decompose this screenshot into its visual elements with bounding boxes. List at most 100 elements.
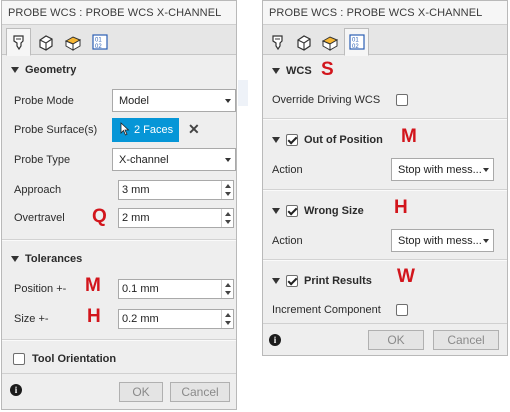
out-of-position-header[interactable]: Out of Position (263, 127, 507, 153)
chevron-down-icon (225, 158, 231, 162)
probe-tool-icon (13, 35, 24, 51)
position-stepper[interactable] (221, 280, 233, 298)
section-divider (263, 189, 507, 191)
stock-cube-icon (321, 36, 339, 51)
tab-program[interactable]: 01 02 (87, 28, 112, 54)
probe-type-label: Probe Type (14, 154, 71, 166)
probe-type-select[interactable]: X-channel (112, 148, 236, 171)
chevron-down-icon (225, 99, 231, 103)
override-wcs-row: Override Driving WCS (263, 87, 507, 113)
svg-text:02: 02 (95, 44, 102, 50)
tolerances-title: Tolerances (25, 253, 83, 265)
tolerances-header[interactable]: Tolerances (2, 246, 236, 272)
probe-tool-icon (272, 35, 283, 51)
tab-stock[interactable] (60, 28, 85, 54)
callout-out-of-position: M (401, 126, 417, 147)
geometry-header[interactable]: Geometry (2, 57, 236, 83)
wrong-size-action-select[interactable]: Stop with mess... (391, 229, 494, 252)
approach-value: 3 mm (122, 184, 150, 196)
tab-tool[interactable] (6, 28, 31, 56)
probe-wcs-dialog-actions: PROBE WCS : PROBE WCS X-CHANNEL 01 02 WC… (262, 0, 508, 356)
increment-component-checkbox[interactable] (396, 304, 408, 316)
size-row: Size +- 0.2 mm (2, 306, 236, 332)
tool-orientation-checkbox[interactable] (13, 353, 25, 365)
action-value: Stop with mess... (398, 164, 482, 176)
probe-surfaces-label: Probe Surface(s) (14, 124, 98, 136)
tab-setup[interactable] (291, 28, 316, 54)
caret-down-icon (272, 278, 280, 284)
approach-label: Approach (14, 184, 62, 196)
dialog-footer: i OK Cancel (2, 373, 236, 409)
probe-mode-select[interactable]: Model (112, 89, 236, 112)
tool-orientation-label: Tool Orientation (32, 353, 117, 365)
program-icon: 01 02 (349, 34, 365, 50)
overtravel-value: 2 mm (122, 212, 150, 224)
ok-button[interactable]: OK (368, 330, 424, 350)
tool-orientation-row: Tool Orientation (2, 346, 236, 372)
cursor-arrow-icon (120, 122, 130, 136)
approach-stepper[interactable] (221, 181, 233, 199)
info-icon[interactable]: i (269, 334, 281, 346)
overtravel-input[interactable]: 2 mm (118, 208, 234, 228)
chevron-down-icon (483, 239, 489, 243)
probe-surfaces-count: 2 Faces (134, 124, 174, 136)
position-row: Position +- 0.1 mm (2, 276, 236, 302)
position-label: Position +- (14, 283, 67, 295)
caret-down-icon (272, 208, 280, 214)
out-of-position-section: Out of Position (263, 127, 507, 153)
wrong-size-title: Wrong Size (304, 205, 364, 217)
section-divider (2, 239, 236, 241)
dialog-title: PROBE WCS : PROBE WCS X-CHANNEL (263, 1, 507, 25)
wrong-size-action-row: Action Stop with mess... (263, 228, 507, 254)
probe-mode-row: Probe Mode Model (2, 88, 236, 114)
cancel-button[interactable]: Cancel (433, 330, 499, 350)
wcs-section: WCS (263, 58, 507, 84)
wcs-header[interactable]: WCS (263, 58, 507, 84)
program-icon: 01 02 (92, 34, 108, 50)
wrong-size-section: Wrong Size (263, 198, 507, 224)
size-stepper[interactable] (221, 310, 233, 328)
clear-selection-icon[interactable]: ✕ (188, 121, 200, 138)
caret-down-icon (11, 67, 19, 73)
caret-down-icon (272, 137, 280, 143)
print-results-checkbox[interactable] (286, 275, 298, 287)
svg-text:02: 02 (352, 44, 359, 50)
print-results-header[interactable]: Print Results (263, 268, 507, 294)
override-wcs-label: Override Driving WCS (272, 94, 381, 106)
probe-type-row: Probe Type X-channel (2, 147, 236, 173)
out-of-position-checkbox[interactable] (286, 134, 298, 146)
background-fragment (238, 80, 248, 106)
callout-overtravel: Q (92, 206, 107, 227)
tolerances-section: Tolerances (2, 246, 236, 272)
caret-down-icon (11, 256, 19, 262)
info-icon[interactable]: i (10, 384, 22, 396)
increment-component-label: Increment Component (272, 304, 381, 316)
callout-print-results: W (397, 266, 415, 287)
size-input[interactable]: 0.2 mm (118, 309, 234, 329)
approach-input[interactable]: 3 mm (118, 180, 234, 200)
callout-position: M (85, 275, 101, 296)
out-of-position-action-row: Action Stop with mess... (263, 157, 507, 183)
size-label: Size +- (14, 313, 49, 325)
override-wcs-checkbox[interactable] (396, 94, 408, 106)
geometry-title: Geometry (25, 64, 77, 76)
callout-wrong-size: H (394, 197, 408, 218)
callout-size: H (87, 306, 101, 327)
increment-component-row: Increment Component (263, 297, 507, 323)
wrong-size-checkbox[interactable] (286, 205, 298, 217)
out-of-position-action-select[interactable]: Stop with mess... (391, 158, 494, 181)
overtravel-stepper[interactable] (221, 209, 233, 227)
tab-tool[interactable] (265, 28, 290, 54)
wrong-size-header[interactable]: Wrong Size (263, 198, 507, 224)
tab-stock[interactable] (317, 28, 342, 54)
position-input[interactable]: 0.1 mm (118, 279, 234, 299)
ok-button[interactable]: OK (119, 382, 163, 402)
tab-setup[interactable] (33, 28, 58, 54)
svg-text:01: 01 (95, 38, 102, 44)
tab-program[interactable]: 01 02 (344, 28, 369, 56)
probe-surfaces-button[interactable]: 2 Faces (112, 118, 179, 142)
cancel-button[interactable]: Cancel (170, 382, 230, 402)
action-label: Action (272, 235, 303, 247)
action-value: Stop with mess... (398, 235, 482, 247)
print-results-title: Print Results (304, 275, 372, 287)
